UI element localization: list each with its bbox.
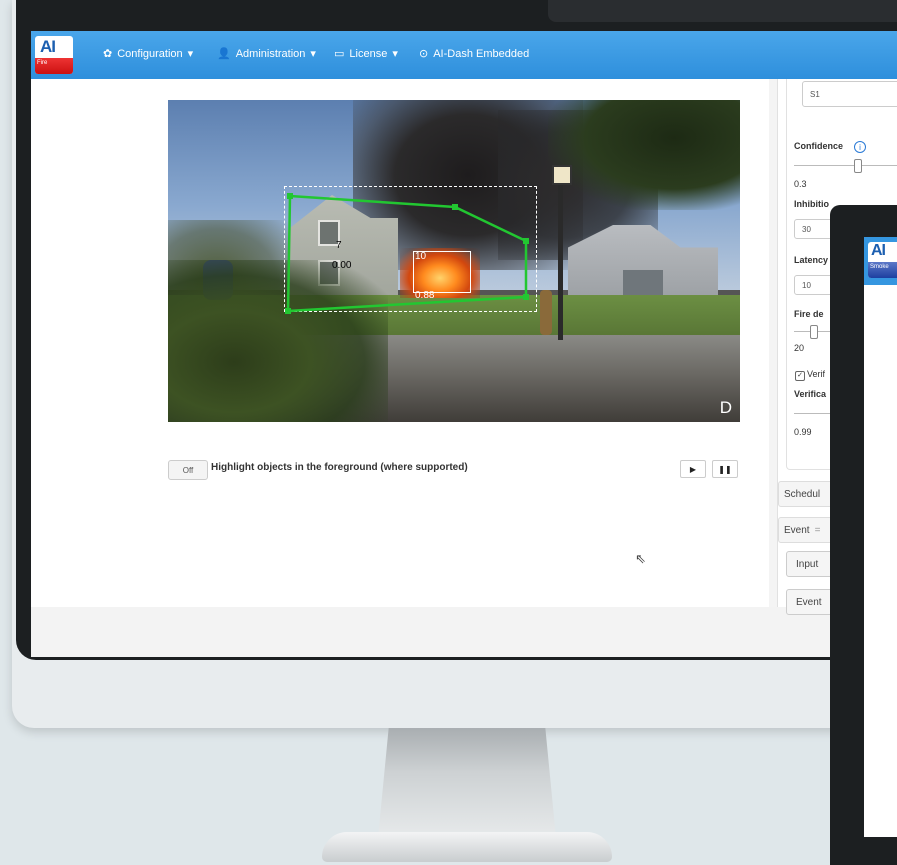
second-monitor-screen	[864, 237, 897, 837]
mouse-cursor-icon: ⇖	[635, 551, 646, 566]
zone-handle	[523, 238, 529, 244]
schedule-label: Schedul	[784, 488, 821, 500]
dashboard-icon: ⊙	[419, 48, 429, 60]
nav-administration[interactable]: 👤 Administration ▾	[217, 47, 316, 61]
ai-fire-logo[interactable]: AI Fire	[35, 36, 73, 74]
monitor-bezel-top	[548, 0, 897, 22]
info-icon[interactable]: i	[854, 141, 866, 153]
verification-label: Verifica	[794, 389, 827, 399]
event-caret-icon: =	[814, 524, 821, 536]
chevron-down-icon: ▾	[392, 48, 398, 60]
highlight-toggle[interactable]: Off	[168, 460, 208, 480]
zone-overlay-id: 7	[336, 240, 342, 251]
license-icon: ▭	[334, 48, 345, 60]
zone-handle	[285, 308, 291, 314]
toggle-label: Off	[182, 465, 194, 475]
nav-administration-label: Administration	[235, 47, 306, 60]
input-button-label: Input	[796, 558, 819, 570]
video-feed[interactable]: 7 0.00 10 0.88 D	[168, 100, 740, 422]
chevron-down-icon: ▾	[310, 48, 316, 60]
play-button[interactable]: ▶	[680, 460, 706, 478]
nav-ai-dash[interactable]: ⊙ AI-Dash Embedded	[419, 47, 530, 61]
inhibition-label: Inhibitio	[794, 199, 829, 209]
confidence-slider-track	[794, 165, 897, 166]
fire-value: 20	[794, 343, 805, 353]
nav-license-label: License	[349, 47, 388, 60]
logo-text: AI	[40, 37, 56, 56]
confidence-value: 0.3	[794, 179, 807, 189]
detection-zone-polygon	[286, 194, 528, 313]
events-button-label: Event	[796, 596, 822, 608]
detection-score: 0.88	[415, 290, 435, 301]
monitor-screen: AI Fire ✿ Configuration ▾ 👤 Administrati…	[31, 31, 897, 657]
top-navbar: AI Fire ✿ Configuration ▾ 👤 Administrati…	[31, 31, 897, 79]
screen-footer	[31, 607, 897, 657]
logo-sub: Smoke	[870, 264, 889, 270]
pause-icon: ❚❚	[718, 464, 732, 474]
nav-license[interactable]: ▭ License ▾	[334, 47, 398, 61]
s1-input[interactable]: S1	[802, 81, 897, 107]
user-icon: 👤	[217, 48, 231, 60]
nav-ai-dash-label: AI-Dash Embedded	[433, 47, 530, 60]
nav-configuration[interactable]: ✿ Configuration ▾	[103, 47, 194, 61]
confidence-slider-handle[interactable]	[854, 159, 862, 173]
inhibition-value: 30	[802, 224, 811, 234]
verification-value: 0.99	[794, 427, 812, 437]
latency-label: Latency	[794, 255, 829, 265]
nav-configuration-label: Configuration	[117, 47, 183, 60]
zone-overlay-score: 0.00	[332, 260, 352, 271]
latency-value: 10	[802, 280, 811, 290]
verify-checkbox-label: Verif	[807, 369, 826, 379]
zone-handle	[287, 193, 293, 199]
highlight-label: Highlight objects in the foreground (whe…	[211, 462, 468, 473]
fire-detection-label: Fire de	[794, 309, 824, 319]
pause-button[interactable]: ❚❚	[712, 460, 738, 478]
verify-checkbox[interactable]: ✓	[795, 371, 805, 381]
ai-smoke-logo[interactable]: AI Smoke	[868, 242, 897, 278]
s1-input-value: S1	[810, 89, 820, 99]
zone-handle	[523, 294, 529, 300]
chevron-down-icon: ▾	[187, 48, 194, 60]
logo-text: AI	[871, 242, 886, 259]
gear-icon: ✿	[103, 48, 113, 60]
confidence-label: Confidence	[794, 141, 844, 151]
play-icon: ▶	[689, 464, 697, 474]
monitor-stand-neck	[378, 728, 556, 838]
main-content: 7 0.00 10 0.88 D Off Highlight objects i…	[31, 79, 769, 607]
event-label: Event	[784, 524, 810, 536]
video-badge: D	[719, 398, 732, 417]
fire-slider-handle[interactable]	[810, 325, 818, 339]
detection-id: 10	[415, 251, 427, 262]
zone-handle	[452, 204, 458, 210]
monitor-stand-base	[322, 832, 612, 862]
logo-sub: Fire	[37, 60, 48, 66]
